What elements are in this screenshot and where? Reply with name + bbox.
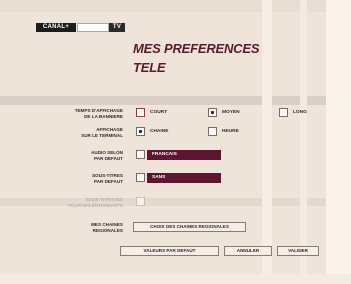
brand-logo-tv: TV — [109, 23, 125, 32]
background-band — [0, 274, 351, 284]
option-heure-label: HEURE — [222, 129, 239, 134]
hearing-impaired-checkbox[interactable] — [136, 197, 145, 206]
brand-logo-middle — [77, 23, 109, 32]
regional-channels-label-line2: REGIONALES — [92, 227, 123, 233]
banner-time-label-line2: DE LA BANNIERE — [84, 113, 123, 119]
hearing-impaired-label: SOUS-TITRAGES POUR MALENTENDANTS — [27, 197, 123, 208]
option-moyen-label: MOYEN — [222, 110, 240, 115]
terminal-display-label: AFFICHAGE SUR LE TERMINAL — [27, 127, 123, 138]
option-heure-checkbox[interactable] — [208, 127, 217, 136]
cancel-button[interactable]: ANNULER — [224, 246, 272, 256]
page-title: MES PREFERENCES — [133, 41, 260, 56]
option-long-checkbox[interactable] — [279, 108, 288, 117]
regional-channels-label: MES CHAINES REGIONALES — [27, 222, 123, 233]
option-long-label: LONG — [293, 110, 307, 115]
settings-screen: CANAL+ TV MES PREFERENCES TELE TEMPS D'A… — [0, 0, 351, 284]
audio-label-line2: PAR DEFAUT — [93, 155, 123, 161]
audio-label: AUDIO SELON PAR DEFAUT — [27, 150, 123, 161]
validate-button[interactable]: VALIDER — [277, 246, 319, 256]
background-band — [0, 96, 351, 105]
default-values-button[interactable]: VALEURS PAR DEFAUT — [120, 246, 219, 256]
audio-checkbox[interactable] — [136, 150, 145, 159]
background-band — [326, 0, 351, 284]
option-chaine-checkbox[interactable] — [136, 127, 145, 136]
page-subtitle: TELE — [133, 60, 166, 75]
subtitles-checkbox[interactable] — [136, 173, 145, 182]
brand-logo: CANAL+ — [36, 23, 76, 32]
background-band — [262, 0, 272, 284]
audio-select[interactable]: FRANCAIS — [147, 150, 221, 160]
terminal-display-label-line2: SUR LE TERMINAL — [81, 132, 123, 138]
subtitles-select[interactable]: SANS — [147, 173, 221, 183]
banner-time-label: TEMPS D'AFFICHAGE DE LA BANNIERE — [27, 108, 123, 119]
background-band — [0, 0, 351, 12]
hearing-impaired-label-line2: POUR MALENTENDANTS — [67, 202, 123, 208]
option-moyen-checkbox[interactable] — [208, 108, 217, 117]
subtitles-label-line2: PAR DEFAUT — [93, 178, 123, 184]
option-court-label: COURT — [150, 110, 168, 115]
option-court-checkbox[interactable] — [136, 108, 145, 117]
regional-channels-button[interactable]: CHOIX DES CHAINES REGIONALES — [133, 222, 246, 232]
subtitles-label: SOUS-TITRES PAR DEFAUT — [27, 173, 123, 184]
option-chaine-label: CHAINE — [150, 129, 169, 134]
background-band — [300, 0, 307, 284]
